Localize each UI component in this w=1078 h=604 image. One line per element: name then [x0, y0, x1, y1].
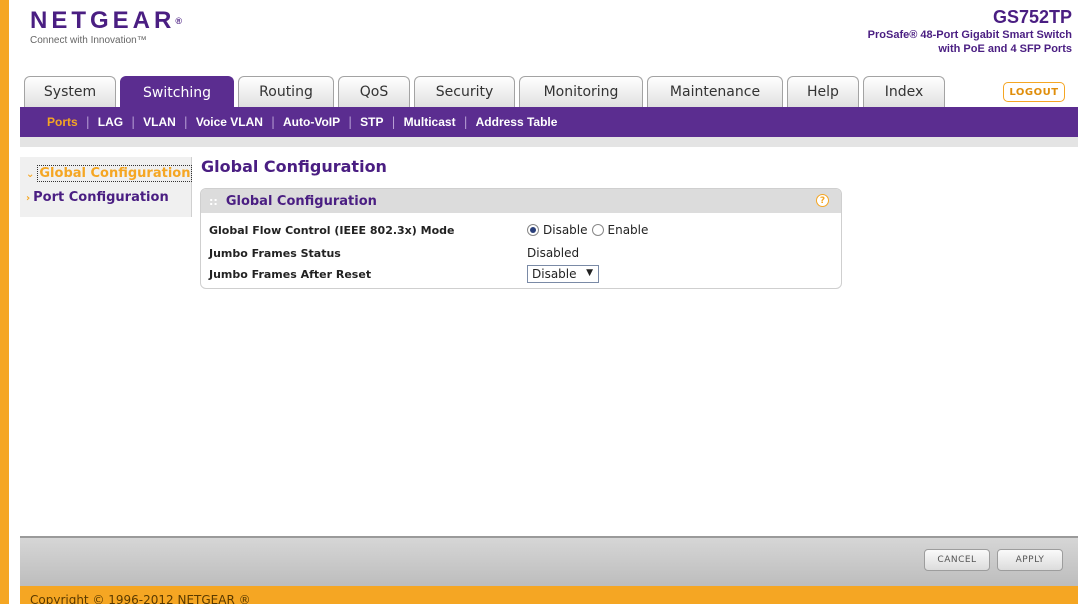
left-accent-bar: [0, 0, 9, 604]
leftnav-item-label: Port Configuration: [33, 190, 169, 205]
subnav-auto-voip[interactable]: Auto-VoIP: [283, 115, 340, 129]
flow-control-disable-radio[interactable]: [527, 224, 539, 236]
tab-index[interactable]: Index: [863, 76, 945, 107]
tab-qos[interactable]: QoS: [338, 76, 410, 107]
subnav-separator: |: [85, 115, 90, 129]
subnav-lag[interactable]: LAG: [98, 115, 123, 129]
subnav-address-table[interactable]: Address Table: [476, 115, 558, 129]
model-description-line2: with PoE and 4 SFP Ports: [938, 43, 1072, 55]
subnav-multicast[interactable]: Multicast: [404, 115, 456, 129]
leftnav-global-configuration[interactable]: ⌄ Global Configuration: [26, 165, 193, 182]
cancel-button[interactable]: CANCEL: [924, 549, 990, 571]
dropdown-arrow-icon: ▼: [586, 268, 593, 278]
tab-help[interactable]: Help: [787, 76, 859, 107]
jumbo-reset-row: Jumbo Frames After Reset Disable ▼: [209, 264, 599, 284]
jumbo-status-row: Jumbo Frames Status Disabled: [209, 243, 579, 263]
subnav-separator: |: [131, 115, 136, 129]
subnav-separator: |: [348, 115, 353, 129]
model-info: GS752TP ProSafe® 48-Port Gigabit Smart S…: [868, 6, 1072, 56]
leftnav-item-label: Global Configuration: [37, 165, 193, 182]
panel-header: :: Global Configuration ?: [201, 189, 841, 213]
subnav-separator: |: [270, 115, 276, 129]
header-divider-strip: [20, 137, 1078, 147]
subnav-voice-vlan[interactable]: Voice VLAN: [196, 115, 263, 129]
panel-title: Global Configuration: [225, 193, 377, 209]
chevron-right-icon: ›: [26, 193, 31, 204]
panel-grip-icon: ::: [209, 194, 218, 208]
subnav-ports[interactable]: Ports: [47, 115, 78, 129]
flow-control-disable-label: Disable: [543, 223, 588, 237]
page-title: Global Configuration: [201, 157, 387, 176]
tab-switching[interactable]: Switching: [120, 76, 234, 108]
logo-text: NETGEAR: [30, 7, 176, 34]
chevron-down-icon: ⌄: [26, 169, 35, 180]
jumbo-reset-select[interactable]: Disable ▼: [527, 265, 599, 283]
tab-maintenance[interactable]: Maintenance: [647, 76, 783, 107]
sub-navigation: Ports | LAG | VLAN | Voice VLAN | Auto-V…: [20, 107, 1078, 137]
flow-control-row: Global Flow Control (IEEE 802.3x) Mode D…: [209, 220, 652, 240]
model-description-line1: ProSafe® 48-Port Gigabit Smart Switch: [867, 29, 1072, 41]
subnav-separator: |: [391, 115, 396, 129]
model-name: GS752TP: [992, 7, 1072, 27]
flow-control-enable-radio[interactable]: [591, 224, 604, 236]
leftnav-port-configuration[interactable]: › Port Configuration: [26, 190, 169, 205]
jumbo-status-value: Disabled: [527, 246, 580, 260]
left-navigation: ⌄ Global Configuration › Port Configuratio…: [20, 157, 193, 217]
global-configuration-panel: :: Global Configuration ? Global Flow Co…: [200, 188, 842, 289]
flow-control-label: Global Flow Control (IEEE 802.3x) Mode: [209, 223, 455, 237]
subnav-separator: |: [463, 115, 468, 129]
subnav-separator: |: [183, 115, 188, 129]
subnav-vlan[interactable]: VLAN: [143, 115, 176, 129]
help-icon[interactable]: ?: [816, 194, 829, 207]
main-tabs: System Switching Routing QoS Security Mo…: [24, 76, 949, 108]
jumbo-status-label: Jumbo Frames Status: [209, 246, 341, 260]
subnav-stp[interactable]: STP: [360, 115, 383, 129]
tab-monitoring[interactable]: Monitoring: [519, 76, 643, 107]
jumbo-reset-selected-value: Disable: [532, 267, 577, 281]
logo-tagline: Connect with Innovation™: [30, 35, 147, 46]
tab-routing[interactable]: Routing: [238, 76, 334, 107]
action-bar: [20, 536, 1078, 586]
logout-button[interactable]: LOGOUT: [1003, 82, 1065, 102]
flow-control-enable-label: Enable: [607, 223, 649, 237]
jumbo-reset-label: Jumbo Frames After Reset: [209, 267, 372, 281]
netgear-logo: NETGEAR® Connect with Innovation™: [30, 8, 182, 48]
copyright-text: Copyright © 1996-2012 NETGEAR ®: [30, 593, 251, 604]
logo-mark: ®: [175, 16, 182, 26]
apply-button[interactable]: APPLY: [997, 549, 1063, 571]
tab-system[interactable]: System: [24, 76, 116, 107]
tab-security[interactable]: Security: [414, 76, 515, 107]
